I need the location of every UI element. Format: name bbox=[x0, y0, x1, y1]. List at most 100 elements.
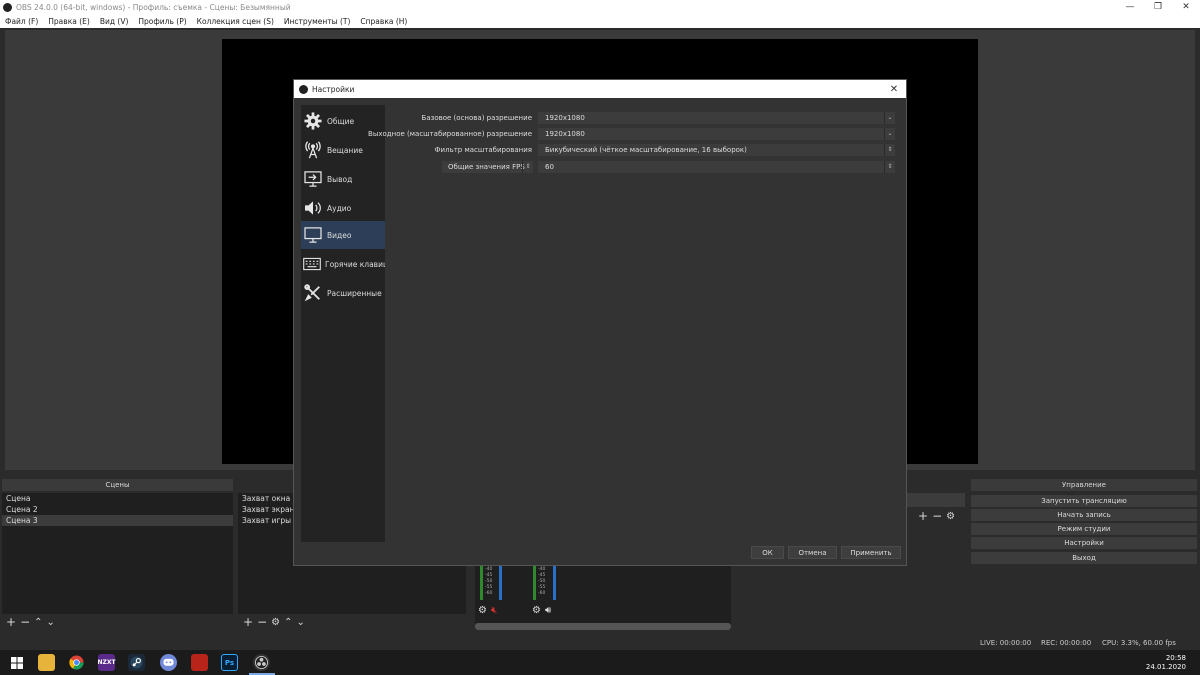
scenes-dock-title: Сцены bbox=[2, 479, 233, 491]
chrome-icon[interactable] bbox=[68, 654, 85, 671]
menu-help[interactable]: Справка (H) bbox=[355, 17, 412, 26]
updown-arrows-icon: ⇕ bbox=[884, 161, 895, 173]
keyboard-icon bbox=[303, 254, 321, 274]
settings-nav: Общие Вещание Вывод Аудио Видео Горячие … bbox=[301, 105, 385, 542]
output-resolution-combo[interactable]: 1920x1080 ⌄ bbox=[538, 128, 895, 140]
discord-icon[interactable] bbox=[160, 654, 177, 671]
nav-item-audio[interactable]: Аудио bbox=[301, 194, 385, 222]
source-properties-gear-icon[interactable]: ⚙ bbox=[271, 617, 280, 628]
add-scene-icon[interactable]: + bbox=[6, 615, 16, 629]
move-down-icon[interactable]: ⌄ bbox=[47, 617, 55, 628]
nzxt-cam-icon[interactable]: NZXT bbox=[97, 654, 116, 671]
apply-button[interactable]: Применить bbox=[841, 546, 901, 559]
mixer-gear-icon[interactable]: ⚙ bbox=[478, 605, 487, 616]
exit-button[interactable]: Выход bbox=[971, 552, 1197, 564]
muted-speaker-icon[interactable]: 🔇︎ bbox=[491, 605, 497, 616]
audio-meter bbox=[533, 560, 536, 600]
menu-edit[interactable]: Правка (E) bbox=[43, 17, 95, 26]
downscale-filter-label: Фильтр масштабирования bbox=[434, 146, 532, 154]
cancel-button[interactable]: Отмена bbox=[788, 546, 837, 559]
taskbar-clock[interactable]: 20:58 24.01.2020 bbox=[1146, 654, 1186, 672]
remove-scene-icon[interactable]: − bbox=[20, 615, 30, 629]
menu-file[interactable]: Файл (F) bbox=[0, 17, 43, 26]
audio-mixer: -40 -45 -50 -55 -60 -40 -45 -50 -55 -60 ⚙ 🔇︎ ⚙ 🔊… bbox=[475, 560, 731, 630]
nav-label: Горячие клавиши bbox=[325, 259, 385, 269]
menu-scene-collection[interactable]: Коллекция сцен (S) bbox=[192, 17, 279, 26]
transition-gear-icon[interactable]: ⚙ bbox=[946, 511, 955, 522]
obs-logo-icon bbox=[3, 2, 12, 12]
mixer-scrollbar[interactable] bbox=[475, 623, 731, 630]
nav-item-hotkeys[interactable]: Горячие клавиши bbox=[301, 250, 385, 278]
settings-button[interactable]: Настройки bbox=[971, 537, 1197, 549]
remove-transition-icon[interactable]: − bbox=[932, 509, 942, 523]
menu-tools[interactable]: Инструменты (T) bbox=[279, 17, 356, 26]
scene-item-selected[interactable]: Сцена 3 bbox=[2, 515, 233, 526]
scene-item[interactable]: Сцена bbox=[2, 493, 233, 504]
live-time: LIVE: 00:00:00 bbox=[980, 639, 1032, 647]
move-down-icon[interactable]: ⌄ bbox=[296, 617, 304, 628]
settings-dialog-titlebar: Настройки ✕ bbox=[294, 80, 906, 98]
settings-close-button[interactable]: ✕ bbox=[882, 84, 906, 95]
transition-select[interactable] bbox=[907, 493, 965, 507]
windows-start-icon[interactable] bbox=[8, 654, 25, 671]
minimize-button[interactable]: — bbox=[1116, 0, 1144, 14]
wrench-screwdriver-icon bbox=[303, 283, 323, 303]
speaker-icon bbox=[303, 198, 323, 218]
window-titlebar: OBS 24.0.0 (64-bit, windows) - Профиль: … bbox=[0, 0, 1200, 14]
start-recording-button[interactable]: Начать запись bbox=[971, 509, 1197, 521]
settings-dialog: Настройки ✕ Общие Вещание Вывод Аудио Ви… bbox=[293, 79, 907, 566]
nav-label: Аудио bbox=[327, 203, 352, 213]
window-title: OBS 24.0.0 (64-bit, windows) - Профиль: … bbox=[16, 2, 291, 12]
audio-meter bbox=[480, 560, 483, 600]
remove-source-icon[interactable]: − bbox=[257, 615, 267, 629]
mixer-gear-icon[interactable]: ⚙ bbox=[532, 605, 541, 616]
controls-dock-title: Управление bbox=[971, 479, 1197, 491]
settings-dialog-title: Настройки bbox=[312, 84, 355, 94]
scene-item[interactable]: Сцена 2 bbox=[2, 504, 233, 515]
nav-item-video[interactable]: Видео bbox=[301, 221, 385, 249]
maximize-button[interactable]: ❐ bbox=[1144, 0, 1172, 14]
photoshop-icon[interactable]: Ps bbox=[221, 654, 238, 671]
windows-taskbar: NZXT Ps 20:58 24.01.2020 bbox=[0, 650, 1200, 675]
sources-toolbar: + − ⚙ ⌃ ⌄ bbox=[243, 615, 305, 629]
nav-label: Общие bbox=[327, 116, 355, 126]
nav-item-advanced[interactable]: Расширенные bbox=[301, 279, 385, 307]
transitions-toolbar: + − ⚙ bbox=[918, 509, 955, 523]
move-up-icon[interactable]: ⌃ bbox=[284, 617, 292, 628]
fps-value-select[interactable]: 60 ⇕ bbox=[538, 161, 895, 173]
steam-icon[interactable] bbox=[128, 654, 145, 671]
base-resolution-combo[interactable]: 1920x1080 ⌄ bbox=[538, 112, 895, 124]
meter-ticks: -40 -45 -50 -55 -60 bbox=[538, 567, 546, 596]
start-streaming-button[interactable]: Запустить трансляцию bbox=[971, 495, 1197, 507]
menu-profile[interactable]: Профиль (P) bbox=[133, 17, 191, 26]
add-source-icon[interactable]: + bbox=[243, 615, 253, 629]
gear-icon bbox=[303, 111, 323, 131]
base-resolution-label: Базовое (основа) разрешение bbox=[421, 114, 532, 122]
menu-bar: Файл (F) Правка (E) Вид (V) Профиль (P) … bbox=[0, 14, 1200, 28]
move-up-icon[interactable]: ⌃ bbox=[34, 617, 42, 628]
meter-ticks: -40 -45 -50 -55 -60 bbox=[485, 567, 493, 596]
downscale-filter-select[interactable]: Бикубический (чёткое масштабирование, 16… bbox=[538, 144, 895, 156]
close-button[interactable]: ✕ bbox=[1172, 0, 1200, 14]
nav-item-output[interactable]: Вывод bbox=[301, 165, 385, 193]
monitor-icon bbox=[303, 225, 323, 245]
nav-label: Вывод bbox=[327, 174, 353, 184]
obs-logo-icon bbox=[299, 84, 308, 94]
add-transition-icon[interactable]: + bbox=[918, 509, 928, 523]
scenes-toolbar: + − ⌃ ⌄ bbox=[6, 615, 55, 629]
updown-arrows-icon: ⇕ bbox=[522, 161, 533, 173]
file-explorer-icon[interactable] bbox=[38, 654, 55, 671]
dota2-icon[interactable] bbox=[191, 654, 208, 671]
menu-view[interactable]: Вид (V) bbox=[95, 17, 134, 26]
speaker-icon[interactable]: 🔊︎ bbox=[545, 605, 551, 616]
studio-mode-button[interactable]: Режим студии bbox=[971, 523, 1197, 535]
ok-button[interactable]: ОК bbox=[751, 546, 784, 559]
output-resolution-label: Выходное (масштабированное) разрешение bbox=[368, 130, 532, 138]
obs-taskbar-icon[interactable] bbox=[253, 654, 270, 671]
nav-item-stream[interactable]: Вещание bbox=[301, 136, 385, 164]
volume-slider[interactable] bbox=[499, 560, 502, 600]
fps-type-select[interactable]: Общие значения FPS ⇕ bbox=[442, 161, 533, 173]
volume-slider[interactable] bbox=[553, 560, 556, 600]
nav-label: Вещание bbox=[327, 145, 363, 155]
status-bar: LIVE: 00:00:00 REC: 00:00:00 CPU: 3.3%, … bbox=[0, 636, 1200, 650]
